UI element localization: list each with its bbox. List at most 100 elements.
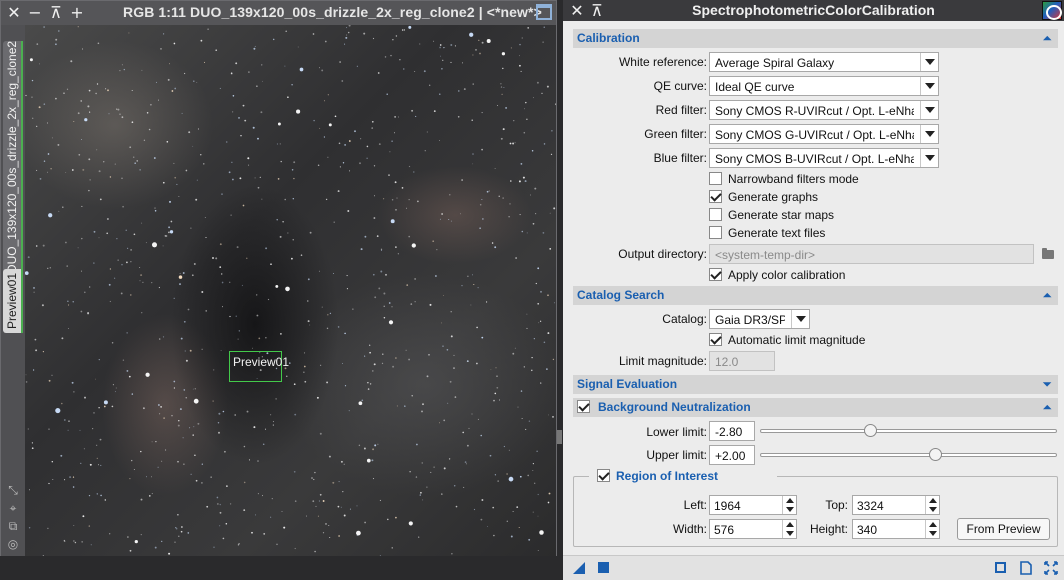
red-filter-select[interactable]: Sony CMOS R-UVIRcut / Opt. L-eNhance <box>709 100 939 120</box>
star <box>29 58 33 62</box>
upper-limit-field[interactable]: +2.00 <box>709 445 755 465</box>
star <box>82 48 84 50</box>
roi-left-spinbox[interactable]: 1964 <box>709 495 797 515</box>
star <box>197 422 200 425</box>
star <box>55 43 57 46</box>
image-window-titlebar[interactable]: ✕ − ⊼ + RGB 1:11 DUO_139x120_00s_drizzle… <box>1 1 556 25</box>
star <box>195 479 198 482</box>
output-directory-field[interactable]: <system-temp-dir> <box>709 244 1034 264</box>
copy-icon[interactable]: ⧉ <box>6 519 20 533</box>
spin-arrows-icon[interactable] <box>782 520 796 538</box>
star <box>73 540 75 542</box>
blue-filter-label: Blue filter: <box>653 151 707 165</box>
star <box>453 485 456 487</box>
catalog-select[interactable]: Gaia DR3/SP <box>709 309 810 329</box>
slider-knob[interactable] <box>863 424 877 437</box>
star <box>126 332 128 334</box>
collapse-section-icon[interactable]: ⏶ <box>1042 31 1052 45</box>
star <box>34 338 37 341</box>
zoom-fit-icon[interactable]: ⤡ <box>6 483 20 497</box>
upper-limit-slider[interactable] <box>760 447 1057 463</box>
minimize-icon[interactable]: − <box>26 3 44 23</box>
tab-preview01[interactable]: Preview01 <box>3 269 23 333</box>
browse-documentation-icon[interactable] <box>1019 561 1033 575</box>
roi-top-spinbox[interactable]: 3324 <box>852 495 940 515</box>
automatic-limit-magnitude-checkbox[interactable]: Automatic limit magnitude <box>709 332 909 348</box>
white-reference-select[interactable]: Average Spiral Galaxy <box>709 52 939 72</box>
star <box>472 83 474 85</box>
spin-arrows-icon[interactable] <box>782 496 796 514</box>
target-icon[interactable]: ◎ <box>6 537 20 551</box>
process-titlebar[interactable]: ✕ ⊼ SpectrophotometricColorCalibration <box>563 0 1064 21</box>
section-calibration[interactable]: Calibration ⏶ <box>573 29 1058 48</box>
slider-knob[interactable] <box>929 448 943 461</box>
collapse-section-icon[interactable]: ⏶ <box>1042 400 1052 414</box>
star <box>174 87 177 90</box>
roi-height-spinbox[interactable]: 340 <box>852 519 940 539</box>
blue-filter-select[interactable]: Sony CMOS B-UVIRcut / Opt. L-eNhance <box>709 148 939 168</box>
preview-rectangle[interactable]: Preview01 <box>229 351 289 382</box>
shade-icon[interactable]: ⊼ <box>47 3 65 23</box>
iconize-window-icon[interactable] <box>536 4 552 20</box>
generate-star-maps-checkbox[interactable]: Generate star maps <box>709 207 909 223</box>
star <box>442 59 444 61</box>
preferences-icon[interactable] <box>1044 561 1058 575</box>
star <box>364 235 367 238</box>
lower-limit-slider[interactable] <box>760 423 1057 439</box>
star <box>48 213 53 218</box>
star <box>82 515 85 518</box>
window-splitter[interactable] <box>557 430 562 444</box>
star <box>454 45 456 47</box>
lower-limit-field[interactable]: -2.80 <box>709 421 755 441</box>
green-filter-label: Green filter: <box>644 127 707 141</box>
star <box>194 454 196 457</box>
star <box>321 306 323 308</box>
star <box>162 336 165 338</box>
roi-checkbox[interactable]: Region of Interest <box>597 468 777 484</box>
star <box>158 404 160 406</box>
star <box>292 198 294 200</box>
star <box>203 163 205 165</box>
roi-width-spinbox[interactable]: 576 <box>709 519 797 539</box>
star <box>481 499 484 501</box>
star <box>488 190 490 192</box>
section-signal-evaluation[interactable]: Signal Evaluation ⏷ <box>573 375 1058 394</box>
star <box>72 476 75 478</box>
star <box>57 30 60 32</box>
section-background-neutralization[interactable]: Background Neutralization ⏶ <box>573 398 1058 417</box>
star <box>272 424 274 426</box>
star <box>332 481 335 484</box>
background-neutralization-checkbox[interactable] <box>577 399 593 415</box>
expand-section-icon[interactable]: ⏷ <box>1042 377 1052 391</box>
section-catalog-search[interactable]: Catalog Search ⏶ <box>573 286 1058 305</box>
star <box>145 242 147 244</box>
generate-graphs-checkbox[interactable]: Generate graphs <box>709 189 909 205</box>
star <box>510 47 512 49</box>
limit-magnitude-field[interactable]: 12.0 <box>709 351 775 371</box>
star <box>541 92 543 95</box>
star <box>81 205 83 207</box>
image-canvas[interactable]: Preview01 <box>25 25 556 556</box>
green-filter-select[interactable]: Sony CMOS G-UVIRcut / Opt. L-eNhance <box>709 124 939 144</box>
star <box>67 429 69 431</box>
star <box>165 449 167 451</box>
tab-main-view[interactable]: DUO_139x120_00s_drizzle_2x_reg_clone2 <box>3 41 23 273</box>
narrowband-checkbox[interactable]: Narrowband filters mode <box>709 171 909 187</box>
apply-color-calibration-checkbox[interactable]: Apply color calibration <box>709 267 909 283</box>
qe-curve-select[interactable]: Ideal QE curve <box>709 76 939 96</box>
generate-text-files-checkbox[interactable]: Generate text files <box>709 225 909 241</box>
star <box>117 108 120 111</box>
crosshair-icon[interactable]: ⌖ <box>6 501 20 515</box>
new-instance-icon[interactable] <box>572 561 586 575</box>
spin-arrows-icon[interactable] <box>925 520 939 538</box>
folder-icon[interactable] <box>1042 248 1054 259</box>
star <box>517 406 519 408</box>
star <box>345 36 348 39</box>
maximize-icon[interactable]: + <box>68 3 86 23</box>
reset-icon[interactable] <box>994 561 1008 575</box>
spin-arrows-icon[interactable] <box>925 496 939 514</box>
from-preview-button[interactable]: From Preview <box>957 518 1050 540</box>
collapse-section-icon[interactable]: ⏶ <box>1042 288 1052 302</box>
apply-global-icon[interactable] <box>597 561 611 575</box>
close-icon[interactable]: ✕ <box>5 3 23 23</box>
